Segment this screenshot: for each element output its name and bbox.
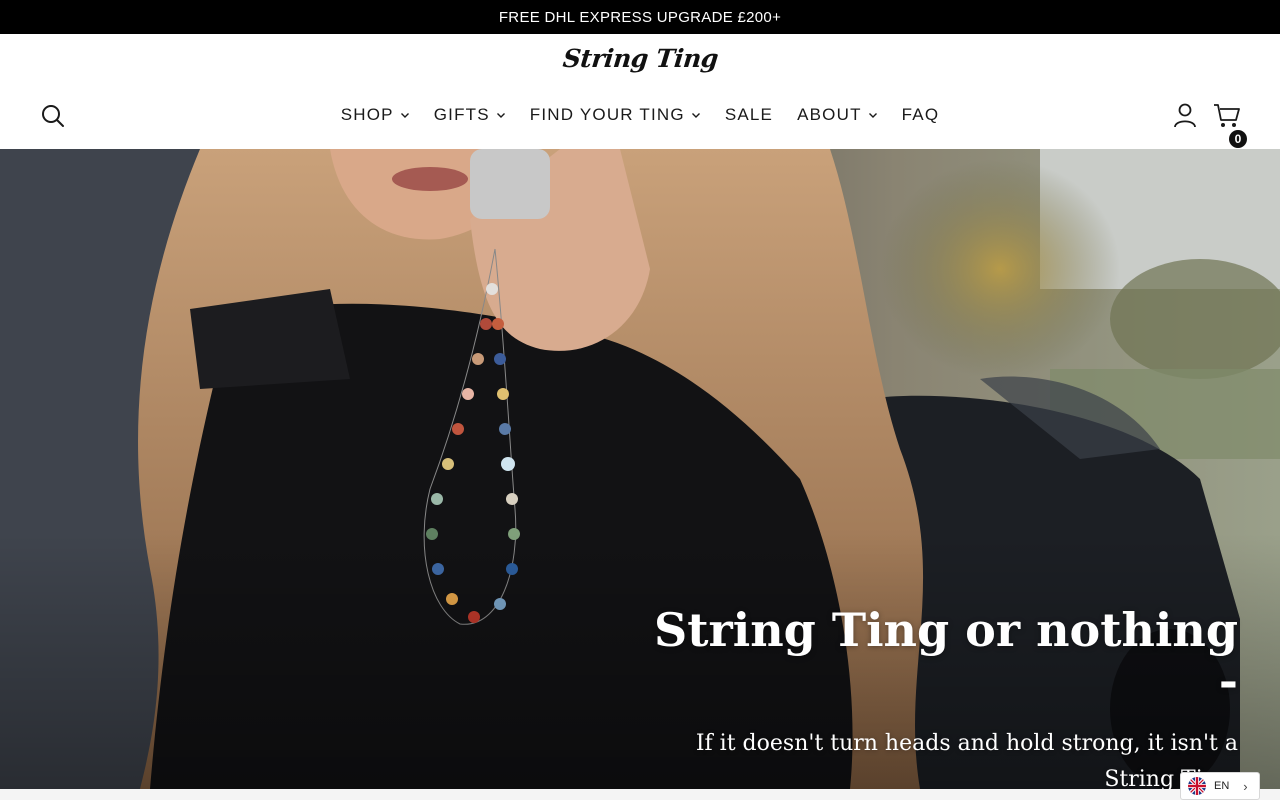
hero-subtitle: If it doesn't turn heads and hold strong… bbox=[695, 731, 1238, 789]
announcement-bar: FREE DHL EXPRESS UPGRADE £200+ bbox=[0, 0, 1280, 34]
nav-item-sale[interactable]: SALE bbox=[725, 105, 773, 125]
nav-item-label[interactable]: SALE bbox=[725, 105, 773, 125]
hero-title: String Ting or nothing - bbox=[654, 603, 1238, 708]
chevron-down-icon bbox=[400, 113, 409, 118]
logo-text[interactable]: String Ting bbox=[561, 44, 719, 73]
site-header: String Ting SHOP GIFTS FIND YOUR TING SA… bbox=[0, 34, 1280, 149]
uk-flag-icon bbox=[1188, 777, 1206, 795]
section-divider bbox=[0, 789, 1280, 800]
nav-item-find-your-ting[interactable]: FIND YOUR TING bbox=[530, 105, 701, 125]
language-code[interactable]: EN bbox=[1214, 780, 1229, 792]
chevron-down-icon bbox=[496, 113, 505, 118]
chevron-right-icon: › bbox=[1243, 778, 1248, 794]
hero-text-block: String Ting or nothing - If it doesn't t… bbox=[638, 605, 1238, 789]
nav-item-label[interactable]: GIFTS bbox=[434, 105, 490, 125]
logo[interactable]: String Ting bbox=[0, 44, 1280, 73]
cart-count-badge[interactable]: 0 bbox=[1229, 130, 1247, 148]
main-nav: SHOP GIFTS FIND YOUR TING SALE ABOUT FAQ bbox=[0, 102, 1280, 128]
nav-item-label[interactable]: ABOUT bbox=[797, 105, 862, 125]
chevron-down-icon bbox=[868, 113, 877, 118]
nav-item-label[interactable]: FIND YOUR TING bbox=[530, 105, 685, 125]
shopping-cart-icon[interactable] bbox=[1212, 102, 1242, 130]
nav-item-label[interactable]: FAQ bbox=[902, 105, 940, 125]
nav-item-label[interactable]: SHOP bbox=[341, 105, 394, 125]
language-switcher[interactable]: EN › bbox=[1180, 772, 1260, 800]
hero-banner[interactable]: String Ting or nothing - If it doesn't t… bbox=[0, 149, 1280, 789]
nav-item-gifts[interactable]: GIFTS bbox=[434, 105, 506, 125]
nav-item-about[interactable]: ABOUT bbox=[797, 105, 878, 125]
chevron-down-icon bbox=[691, 113, 700, 118]
user-icon[interactable] bbox=[1172, 102, 1198, 128]
nav-item-shop[interactable]: SHOP bbox=[341, 105, 410, 125]
nav-item-faq[interactable]: FAQ bbox=[902, 105, 940, 125]
announcement-text: FREE DHL EXPRESS UPGRADE £200+ bbox=[498, 8, 782, 26]
